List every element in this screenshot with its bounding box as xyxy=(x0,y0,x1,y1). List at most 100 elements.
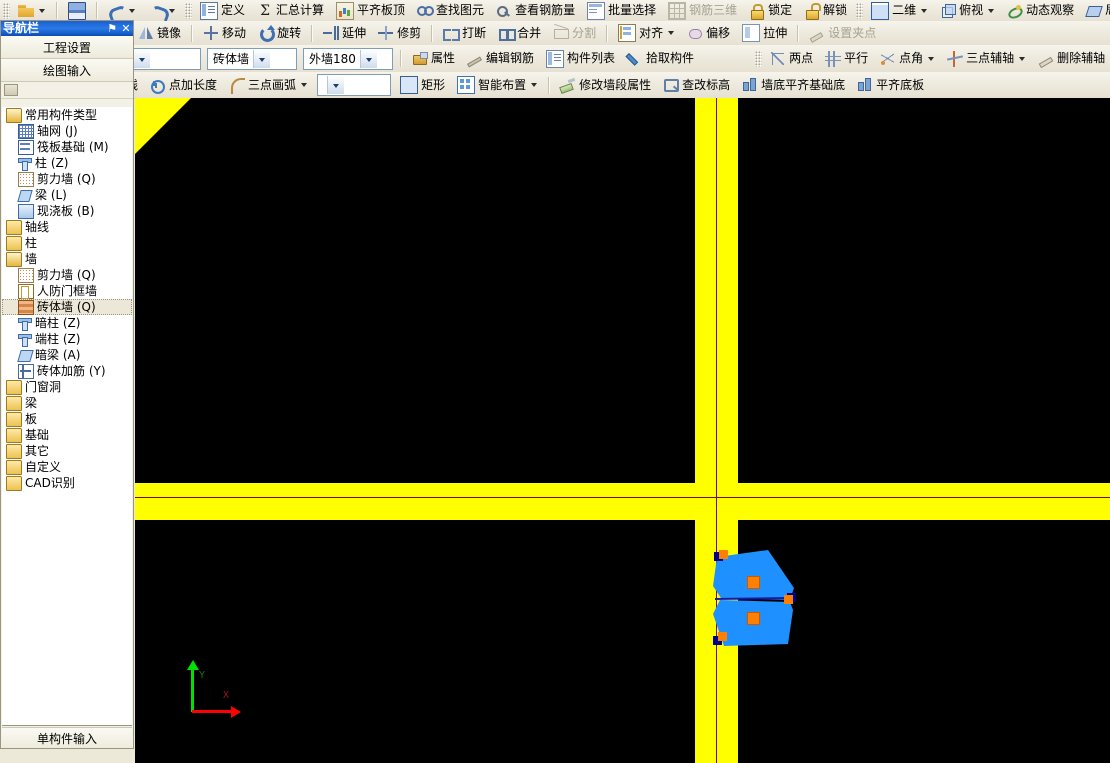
redo-button[interactable] xyxy=(143,0,181,21)
trim-button[interactable]: 修剪 xyxy=(373,23,426,44)
tree-item-beam[interactable]: 梁 (L) xyxy=(2,187,132,203)
tree-item-columns-group[interactable]: 柱 xyxy=(2,235,132,251)
tree-item-shear-wall-2[interactable]: 剪力墙 (Q) xyxy=(2,267,132,283)
smart-layout-button[interactable]: 智能布置 xyxy=(452,75,543,96)
align-slab-top-button[interactable]: 平齐板顶 xyxy=(331,0,410,21)
tree-item-cast-slab[interactable]: 现浇板 (B) xyxy=(2,203,132,219)
tree-item-foundation-group[interactable]: 基础 xyxy=(2,427,132,443)
project-settings-button[interactable]: 工程设置 xyxy=(1,36,133,59)
component-tree[interactable]: 常用构件类型 轴网 (J) 筏板基础 (M) 柱 (Z) 剪力墙 (Q) 梁 (… xyxy=(2,107,132,726)
wall-bottom-align-button[interactable]: 墙底平齐基础底 xyxy=(737,75,850,96)
toolbar-grip[interactable] xyxy=(185,2,192,19)
tree-item-hidden-column[interactable]: 暗柱 (Z) xyxy=(2,315,132,331)
pick-component-button[interactable]: 拾取构件 xyxy=(622,48,699,69)
define-button[interactable]: 定义 xyxy=(195,0,250,21)
chevron-down-icon[interactable] xyxy=(169,8,175,13)
chevron-down-icon[interactable] xyxy=(668,31,675,35)
drawing-canvas[interactable]: Y X xyxy=(135,98,1110,763)
view-2d-button[interactable]: 二维 xyxy=(866,0,933,21)
chevron-down-icon[interactable] xyxy=(1019,56,1026,61)
local-3d-button[interactable]: 局部三维 xyxy=(1081,0,1110,21)
rectangle-tool-button[interactable]: 矩形 xyxy=(395,75,450,96)
lock-button[interactable]: 锁定 xyxy=(744,0,797,21)
move-button[interactable]: 移动 xyxy=(198,23,251,44)
align-button[interactable]: 对齐 xyxy=(613,23,680,44)
tree-item-common-types[interactable]: 常用构件类型 xyxy=(2,107,132,123)
pin-icon[interactable]: ⚑ xyxy=(105,21,119,36)
chevron-down-icon[interactable] xyxy=(129,8,135,13)
chevron-down-icon[interactable] xyxy=(359,49,377,68)
edit-wall-property-button[interactable]: 修改墙段属性 xyxy=(555,75,656,96)
tree-item-raft-foundation[interactable]: 筏板基础 (M) xyxy=(2,139,132,155)
grip-orange-lower-left[interactable] xyxy=(718,632,727,641)
chevron-down-icon[interactable] xyxy=(531,83,538,87)
tree-item-brick-wall[interactable]: 砖体墙 (Q) xyxy=(2,299,132,315)
tree-item-axis-lines[interactable]: 轴线 xyxy=(2,219,132,235)
tree-item-slab-group[interactable]: 板 xyxy=(2,411,132,427)
summary-calc-button[interactable]: Σ 汇总计算 xyxy=(252,0,329,21)
break-button[interactable]: 打断 xyxy=(438,23,491,44)
chevron-down-icon[interactable] xyxy=(327,76,345,94)
toolbar-grip[interactable] xyxy=(755,50,763,67)
grip-orange-right[interactable] xyxy=(784,595,793,604)
close-icon[interactable]: ✕ xyxy=(119,21,133,36)
tree-item-end-column[interactable]: 端柱 (Z) xyxy=(2,331,132,347)
chevron-down-icon[interactable] xyxy=(988,8,995,13)
save-button[interactable] xyxy=(63,0,91,21)
drawing-input-button[interactable]: 绘图输入 xyxy=(1,59,133,82)
point-angle-button[interactable]: 点角 xyxy=(875,48,940,69)
tree-item-beam-group[interactable]: 梁 xyxy=(2,395,132,411)
grip-center-lower[interactable] xyxy=(747,612,760,625)
offset-button[interactable]: 偏移 xyxy=(682,23,735,44)
batch-select-button[interactable]: 批量选择 xyxy=(582,0,661,21)
parallel-axis-button[interactable]: 平行 xyxy=(820,48,873,69)
mirror-button[interactable]: 镜像 xyxy=(133,23,186,44)
delete-axis-button[interactable]: 删除辅轴 xyxy=(1033,48,1110,69)
chevron-down-icon[interactable] xyxy=(253,49,271,68)
component-list-button[interactable]: 构件列表 xyxy=(541,48,620,69)
three-point-arc-button[interactable]: 三点画弧 xyxy=(224,75,313,96)
tree-item-cad-recognition[interactable]: CAD识别 xyxy=(2,475,132,491)
tree-item-brick-reinforcement[interactable]: 砖体加筋 (Y) xyxy=(2,363,132,379)
tree-item-custom-group[interactable]: 自定义 xyxy=(2,459,132,475)
stretch-button[interactable]: 拉伸 xyxy=(737,23,792,44)
grip-orange-upper-left[interactable] xyxy=(719,550,728,559)
tree-item-grid[interactable]: 轴网 (J) xyxy=(2,123,132,139)
split-button[interactable]: 分割 xyxy=(548,23,601,44)
find-element-button[interactable]: 查找图元 xyxy=(412,0,489,21)
two-point-axis-button[interactable]: 两点 xyxy=(765,48,818,69)
three-point-axis-button[interactable]: 三点辅轴 xyxy=(942,48,1031,69)
tree-item-hidden-beam[interactable]: 暗梁 (A) xyxy=(2,347,132,363)
undo-button[interactable] xyxy=(103,0,141,21)
dynamic-observe-button[interactable]: 动态观察 xyxy=(1002,0,1079,21)
arc-mode-select[interactable] xyxy=(317,74,392,96)
tree-item-door-frame-wall[interactable]: 人防门框墙 xyxy=(2,283,132,299)
edit-rebar-button[interactable]: 编辑钢筋 xyxy=(462,48,539,69)
component-select[interactable]: 外墙180 xyxy=(303,47,393,70)
grip-center-upper[interactable] xyxy=(747,576,760,589)
chevron-down-icon[interactable] xyxy=(133,49,151,68)
view-rebar-qty-button[interactable]: 查看钢筋量 xyxy=(491,0,580,21)
toolbar-grip[interactable] xyxy=(3,2,10,19)
tree-item-shear-wall[interactable]: 剪力墙 (Q) xyxy=(2,171,132,187)
top-view-button[interactable]: 俯视 xyxy=(935,0,1000,21)
rotate-button[interactable]: 旋转 xyxy=(253,23,306,44)
single-component-input-button[interactable]: 单构件输入 xyxy=(2,727,132,748)
tree-item-other-group[interactable]: 其它 xyxy=(2,443,132,459)
point-length-button[interactable]: 点加长度 xyxy=(145,75,222,96)
rebar-3d-button[interactable]: 钢筋三维 xyxy=(663,0,742,21)
check-elevation-button[interactable]: 查改标高 xyxy=(658,75,735,96)
chevron-down-icon[interactable] xyxy=(39,8,45,13)
type-select[interactable]: 砖体墙 xyxy=(207,47,297,70)
chevron-down-icon[interactable] xyxy=(921,8,928,13)
extend-button[interactable]: 延伸 xyxy=(318,23,371,44)
set-grip-button[interactable]: 设置夹点 xyxy=(804,23,881,44)
toolstrip-button-icon[interactable] xyxy=(4,84,18,96)
unlock-button[interactable]: 解锁 xyxy=(799,0,852,21)
merge-button[interactable]: 合并 xyxy=(493,23,546,44)
tree-item-column[interactable]: 柱 (Z) xyxy=(2,155,132,171)
tree-item-door-window-group[interactable]: 门窗洞 xyxy=(2,379,132,395)
chevron-down-icon[interactable] xyxy=(928,56,935,61)
toolbar-grip[interactable] xyxy=(856,2,864,19)
chevron-down-icon[interactable] xyxy=(301,83,308,87)
